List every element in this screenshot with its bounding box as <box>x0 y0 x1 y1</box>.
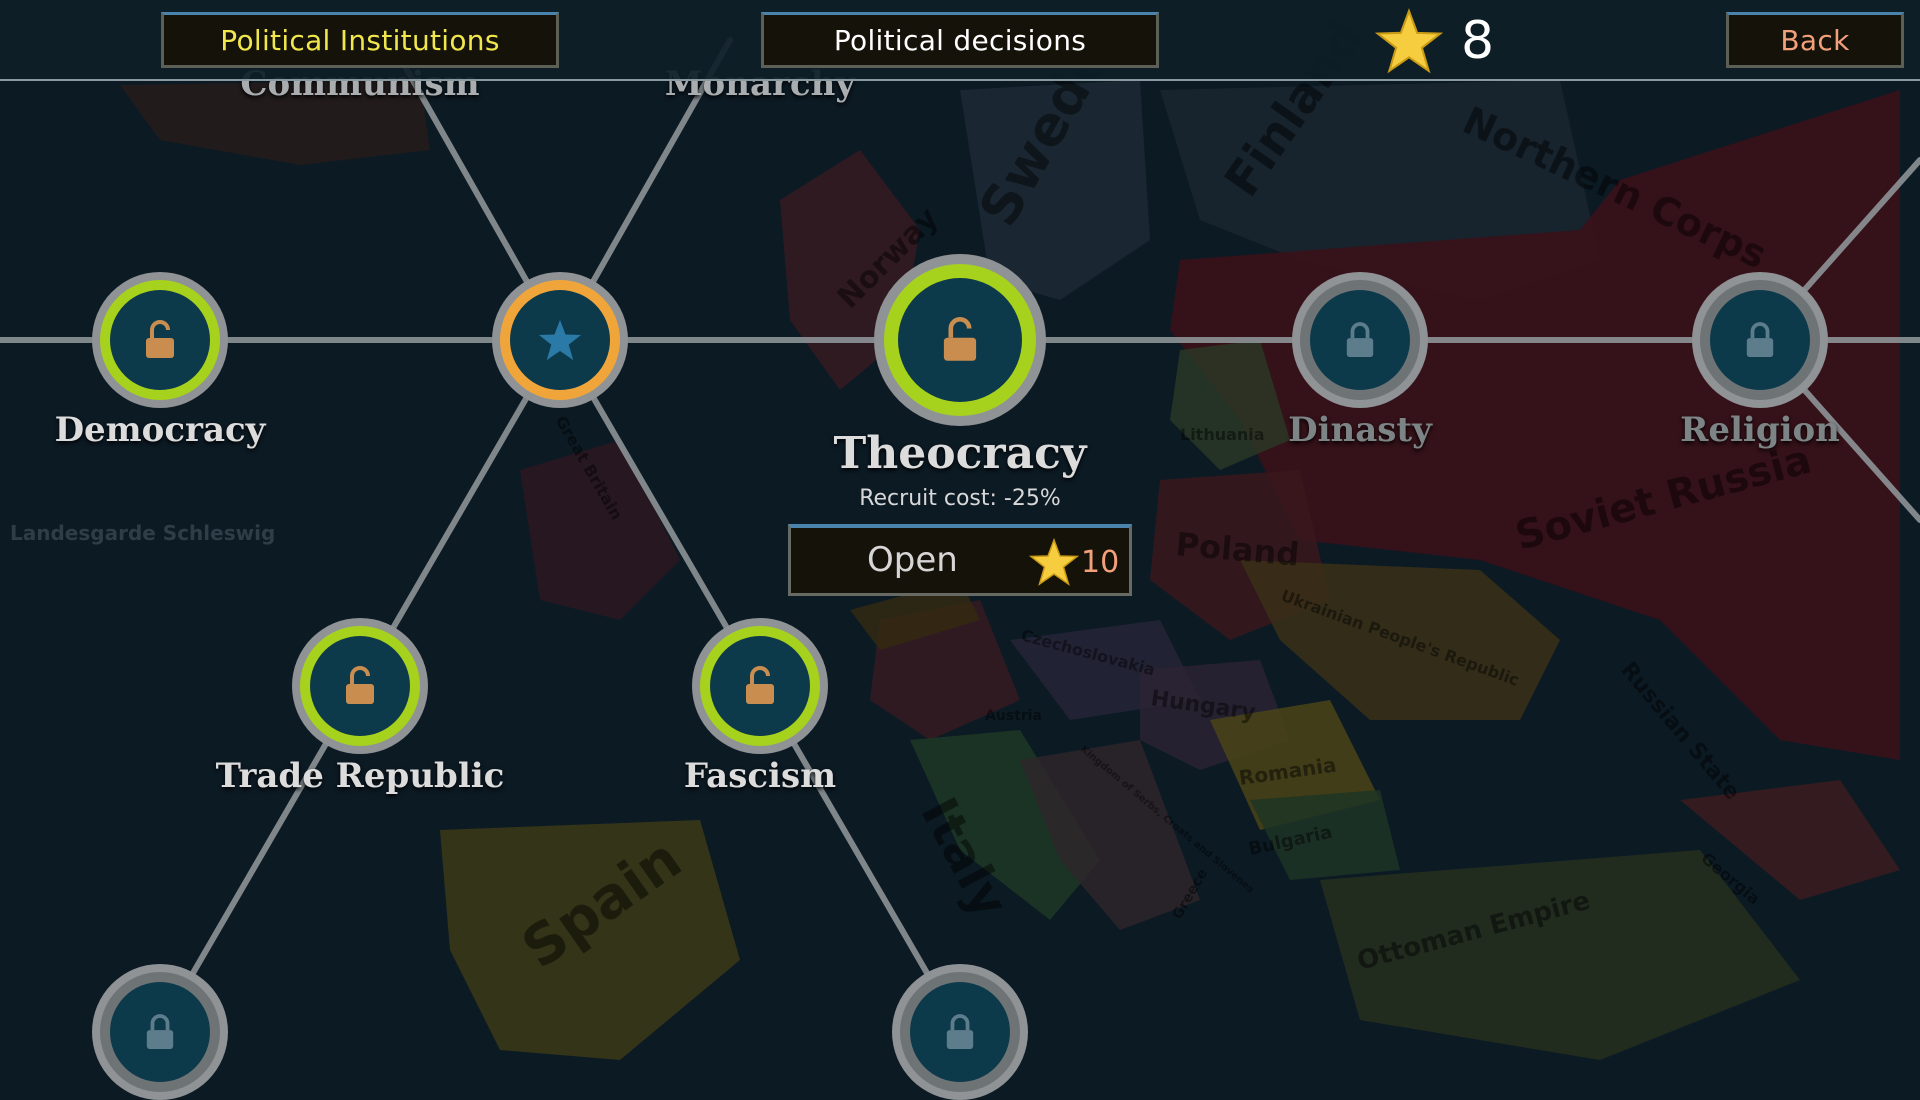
node-democracy[interactable] <box>92 272 228 408</box>
node-label-fascism: Fascism <box>683 756 837 796</box>
open-padlock-icon <box>746 666 774 704</box>
theocracy-effect-text: Recruit cost: -25% <box>859 486 1061 511</box>
star-icon <box>538 319 582 361</box>
open-padlock-icon <box>943 317 977 361</box>
node-label-religion: Religion <box>1680 410 1840 450</box>
star-icon <box>1029 538 1079 586</box>
open-cost-value: 10 <box>1081 544 1120 580</box>
node-label-dinasty: Dinasty <box>1288 410 1432 450</box>
open-padlock-icon <box>346 666 374 704</box>
closed-padlock-icon <box>1746 322 1774 357</box>
closed-padlock-icon <box>1346 322 1374 357</box>
tab-political-decisions[interactable]: Political decisions <box>761 12 1159 68</box>
star-counter: 8 <box>1375 8 1494 74</box>
node-religion[interactable] <box>1692 272 1828 408</box>
node-current-institution[interactable] <box>492 272 628 408</box>
node-label-trade-republic: Trade Republic <box>215 756 505 796</box>
star-count-value: 8 <box>1461 11 1495 71</box>
open-padlock-icon <box>146 320 174 358</box>
open-button-label: Open <box>867 540 958 580</box>
closed-padlock-icon <box>946 1014 974 1049</box>
node-label-theocracy: Theocracy <box>833 428 1087 479</box>
node-trade-republic[interactable] <box>292 618 428 754</box>
closed-padlock-icon <box>146 1014 174 1049</box>
tab-political-institutions[interactable]: Political Institutions <box>161 12 559 68</box>
open-button[interactable]: Open 10 <box>788 524 1132 596</box>
open-cost: 10 <box>1029 538 1119 586</box>
node-fascism[interactable] <box>692 618 828 754</box>
star-icon <box>1375 8 1443 74</box>
node-theocracy[interactable] <box>874 254 1046 426</box>
node-label-democracy: Democracy <box>54 410 266 450</box>
node-dinasty[interactable] <box>1292 272 1428 408</box>
back-button[interactable]: Back <box>1726 12 1904 68</box>
